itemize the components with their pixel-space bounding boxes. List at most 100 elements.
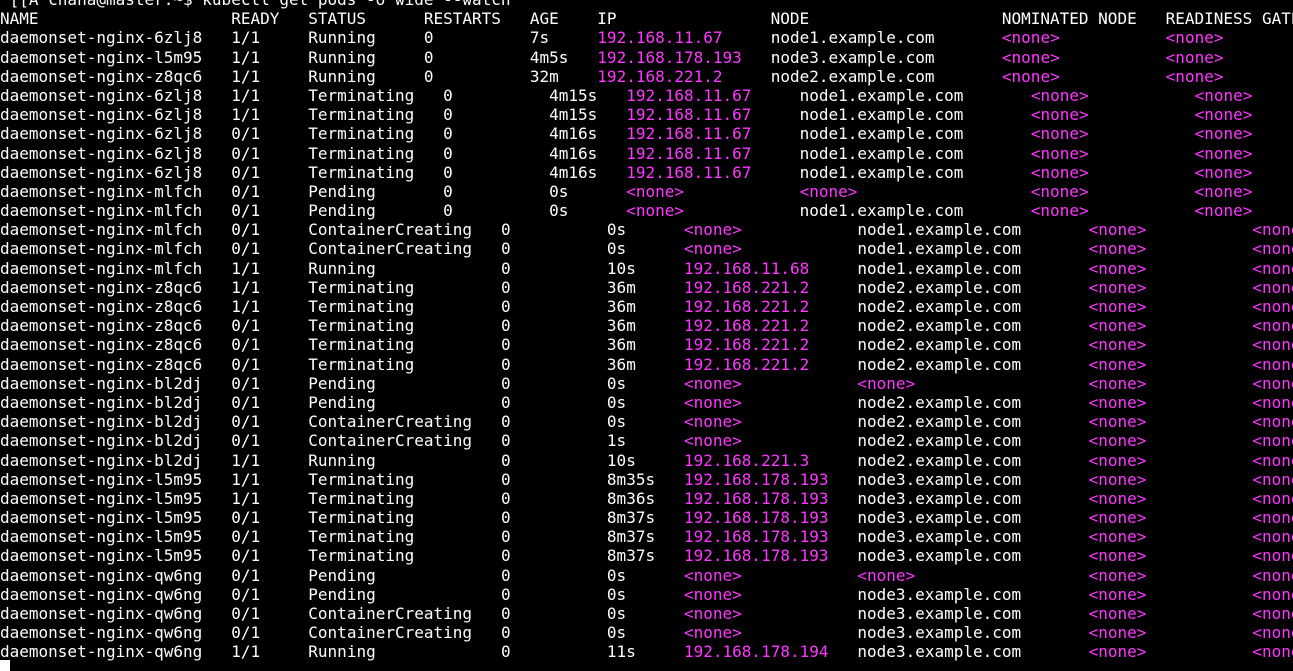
cell-ip: IP	[597, 9, 617, 29]
cell-name: daemonset-nginx-qw6ng	[0, 623, 203, 643]
cell-name: daemonset-nginx-l5m95	[0, 508, 203, 528]
table-row: daemonset-nginx-qw6ng 0/1 Pending 0 0s <…	[0, 566, 1293, 585]
cell-status: Terminating	[308, 335, 415, 355]
cell-restarts: 0	[500, 488, 511, 508]
cell-ip: 192.168.221.3	[684, 450, 810, 470]
cell-nominated-node: <none>	[1088, 469, 1147, 489]
cell-ready: 0/1	[231, 584, 261, 604]
cell-ip: 192.168.11.67	[626, 105, 752, 125]
table-row: daemonset-nginx-qw6ng 0/1 Pending 0 0s <…	[0, 585, 1293, 604]
cell-status: Terminating	[308, 488, 415, 508]
cell-restarts: 0	[500, 431, 511, 451]
cell-restarts: 0	[500, 565, 511, 585]
terminal-cursor	[0, 660, 10, 671]
cell-name: daemonset-nginx-bl2dj	[0, 431, 203, 451]
cell-status: Terminating	[308, 469, 415, 489]
cell-ready: 1/1	[231, 297, 261, 316]
cell-age: 4m15s	[549, 85, 598, 105]
cell-status: ContainerCreating	[308, 604, 473, 623]
cell-age: 4m16s	[549, 124, 598, 144]
cell-age: 0s	[606, 584, 627, 604]
cell-readiness-gates: <none>	[1252, 623, 1293, 643]
cell-ready: 0/1	[231, 546, 261, 566]
cell-name: daemonset-nginx-z8qc6	[0, 316, 203, 336]
cell-nominated-node: <none>	[1088, 316, 1147, 336]
cell-ip: <none>	[683, 373, 742, 393]
cell-nominated-node: <none>	[1088, 392, 1147, 412]
cell-nominated-node: <none>	[1030, 162, 1089, 182]
cell-readiness-gates: <none>	[1252, 584, 1293, 604]
cell-restarts: 0	[500, 469, 511, 489]
cell-ready: 0/1	[231, 162, 261, 182]
cell-restarts: 0	[500, 412, 511, 432]
cell-nominated-node: <none>	[1030, 181, 1089, 201]
table-row: daemonset-nginx-mlfch 0/1 Pending 0 0s <…	[0, 201, 1293, 220]
cell-status: Pending	[308, 584, 376, 604]
cell-nominated-node: <none>	[1088, 412, 1147, 432]
cell-age: 0s	[606, 565, 627, 585]
table-header: NAME READY STATUS RESTARTS AGE IP NODE N…	[0, 9, 1293, 28]
cell-status: Terminating	[308, 508, 415, 528]
cell-nominated-node: <none>	[1030, 85, 1089, 105]
cell-node: NODE	[770, 9, 810, 29]
cell-ip: 192.168.221.2	[684, 335, 810, 355]
cell-age: 0s	[606, 373, 627, 393]
cell-ip: 192.168.178.194	[684, 642, 829, 662]
cell-node: node2.example.com	[857, 431, 1022, 451]
cell-age: 8m37s	[606, 508, 656, 528]
cell-nominated-node: <none>	[1088, 508, 1147, 528]
table-row: daemonset-nginx-z8qc6 1/1 Terminating 0 …	[0, 278, 1293, 297]
cell-restarts: 0	[500, 584, 511, 604]
cell-ready: 1/1	[231, 469, 261, 489]
cell-readiness-gates: <none>	[1252, 546, 1293, 566]
cell-node: node1.example.com	[857, 239, 1022, 259]
cell-readiness-gates: <none>	[1194, 85, 1253, 105]
cell-age: 10s	[606, 258, 636, 278]
cell-ready: 0/1	[231, 201, 261, 221]
terminal-output[interactable]: ^[[A chana@master:~$ kubectl get pods -o…	[0, 0, 1293, 662]
cell-name: daemonset-nginx-l5m95	[0, 546, 203, 566]
cell-nominated-node: <none>	[1001, 28, 1060, 48]
table-row: daemonset-nginx-l5m95 1/1 Terminating 0 …	[0, 470, 1293, 489]
cell-ready: 0/1	[231, 623, 261, 643]
cell-name: daemonset-nginx-qw6ng	[0, 642, 203, 662]
cell-restarts: 0	[500, 623, 511, 643]
table-row: daemonset-nginx-l5m95 0/1 Terminating 0 …	[0, 527, 1293, 546]
cell-status: Pending	[308, 392, 376, 412]
cell-ip: <none>	[626, 201, 684, 221]
cell-status: Terminating	[308, 143, 415, 163]
cell-readiness-gates: <none>	[1165, 66, 1224, 86]
cell-node: node3.example.com	[857, 604, 1022, 623]
cell-ip: 192.168.221.2	[684, 354, 810, 374]
table-row: daemonset-nginx-l5m95 1/1 Running 0 4m5s…	[0, 48, 1293, 67]
cell-nominated-node: <none>	[1088, 220, 1147, 240]
cell-nominated-node: <none>	[1088, 488, 1147, 508]
cell-age: 36m	[606, 316, 636, 336]
cell-status: ContainerCreating	[308, 412, 473, 432]
cell-node: node2.example.com	[857, 277, 1022, 297]
table-row: daemonset-nginx-z8qc6 0/1 Terminating 0 …	[0, 335, 1293, 354]
cell-restarts: 0	[500, 316, 511, 336]
cell-readiness-gates: <none>	[1252, 450, 1293, 470]
cell-nominated-node: <none>	[1088, 335, 1147, 355]
cell-status: Terminating	[308, 316, 415, 336]
cell-status: Pending	[308, 373, 376, 393]
cell-restarts: 0	[500, 642, 511, 662]
cell-restarts: 0	[443, 105, 453, 125]
cell-age: 0s	[606, 239, 627, 259]
cell-node: <none>	[857, 565, 916, 585]
cell-node: node2.example.com	[857, 354, 1022, 374]
cell-restarts: 0	[500, 220, 511, 240]
cell-readiness-gates: <none>	[1252, 316, 1293, 336]
table-row: daemonset-nginx-z8qc6 1/1 Terminating 0 …	[0, 297, 1293, 316]
cell-age: 0s	[549, 201, 569, 221]
cell-node: node2.example.com	[857, 316, 1022, 336]
cell-nominated-node: <none>	[1088, 239, 1147, 259]
cell-status: STATUS	[308, 9, 367, 29]
cell-ready: 0/1	[231, 239, 261, 259]
cell-node: node2.example.com	[770, 66, 935, 86]
cell-node: <none>	[857, 373, 916, 393]
cell-ready: 1/1	[231, 258, 261, 278]
cell-ip: 192.168.221.2	[684, 316, 810, 336]
cell-status: Terminating	[308, 162, 415, 182]
